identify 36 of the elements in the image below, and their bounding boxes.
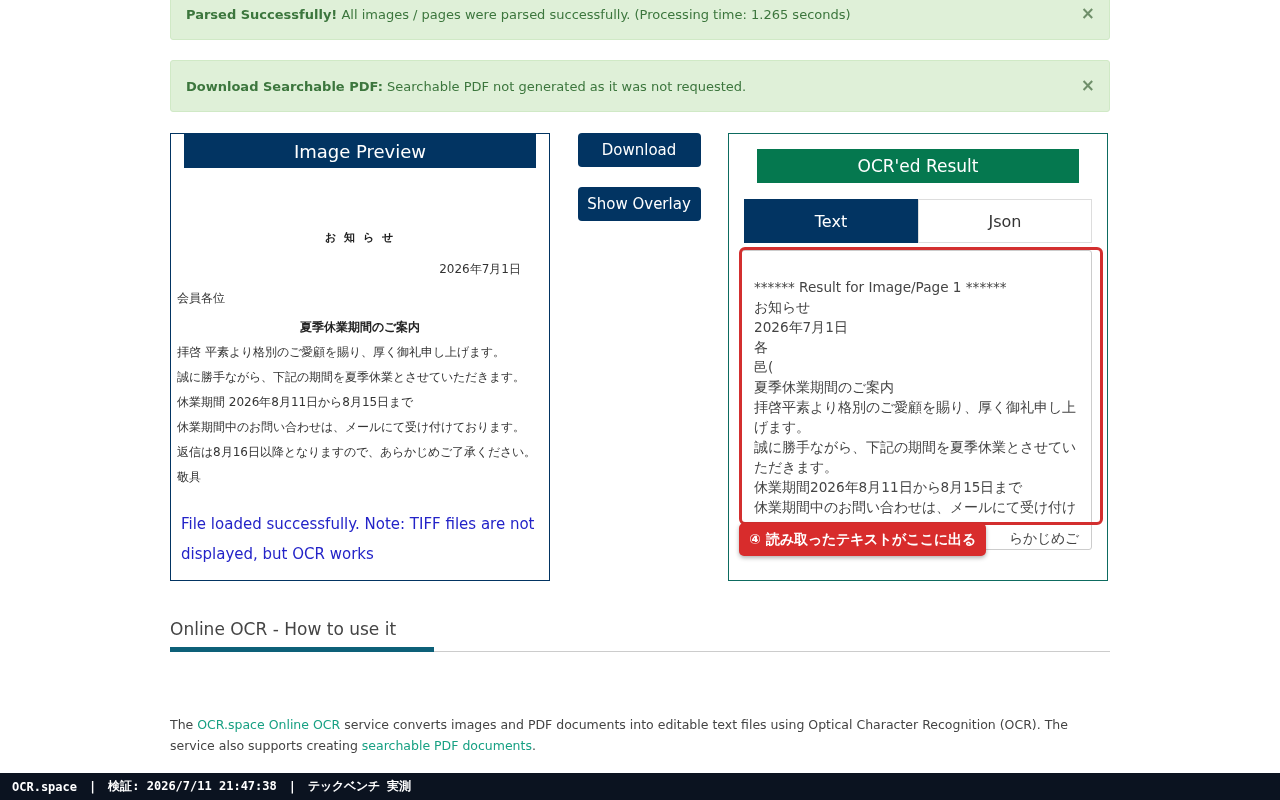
document-line: 拝啓 平素より格別のご愛顧を賜り、厚く御礼申し上げます。	[177, 344, 506, 361]
status-note: File loaded successfully. Note: TIFF files are not displayed, but OCR works	[180, 514, 536, 565]
result-line: 誠に勝手ながら、下記の期間を夏季休業とさせてい	[754, 438, 1077, 457]
section-heading: Online OCR - How to use it	[170, 619, 398, 639]
footer-text: テックベンチ 実測	[308, 778, 412, 795]
result-line: ****** Result for Image/Page 1 ******	[754, 278, 1008, 297]
result-line: お知らせ	[754, 298, 811, 317]
panel-title: OCR'ed Result	[757, 149, 1079, 183]
document-line: 返信は8月16日以降となりますので、あらかじめご了承ください。	[177, 444, 537, 461]
alert-message: Parsed Successfully! All images / pages were parsed successfully. (Processing time: 1.265 seconds)	[186, 6, 851, 22]
result-line: ただきます。	[754, 458, 839, 477]
result-line: 各	[754, 338, 769, 357]
footer-text: OCR.space	[12, 779, 78, 794]
document-date: 2026年7月1日	[439, 261, 521, 278]
result-line: 休業期間2026年8月11日から8月15日まで	[754, 478, 1024, 497]
intro-paragraph: The OCR.space Online OCR service converts images and PDF documents into editable text files using Optical Character Recognition (OCR). The service also supports creating searchable PDF documents.	[170, 716, 1069, 755]
document-line: 休業期間 2026年8月11日から8月15日まで	[177, 394, 415, 411]
result-line: 拝啓平素より格別のご愛顧を賜り、厚く御礼申し上	[754, 398, 1077, 417]
annotation-tooltip: ④ 読み取ったテキストがここに出る	[739, 523, 986, 556]
result-line: 夏季休業期間のご案内	[754, 378, 895, 397]
result-line: 2026年7月1日	[754, 318, 849, 337]
document-addressee: 会員各位	[177, 290, 226, 307]
document-title: お 知 ら せ	[324, 230, 396, 245]
document-line: 休業期間中のお問い合わせは、メールにて受け付けております。	[177, 419, 526, 436]
alert-message: Download Searchable PDF: Searchable PDF not generated as it was not requested.	[186, 78, 747, 94]
footer-text: 検証: 2026/7/11 21:47:38	[108, 778, 277, 795]
footer-text: |	[89, 779, 97, 794]
document-line: 誠に勝手ながら、下記の期間を夏季休業とさせていただきます。	[177, 369, 526, 386]
result-line: げます。	[754, 418, 811, 437]
document-subject: 夏季休業期間のご案内	[299, 319, 421, 336]
footer-text: |	[288, 779, 296, 794]
panel-title: Image Preview	[184, 134, 536, 168]
result-line: 休業期間中のお問い合わせは、メールにて受け付け	[754, 498, 1077, 517]
result-line: らかじめご	[1009, 529, 1079, 547]
document-line: 敬具	[177, 469, 202, 486]
result-line: 邑(	[754, 358, 775, 377]
